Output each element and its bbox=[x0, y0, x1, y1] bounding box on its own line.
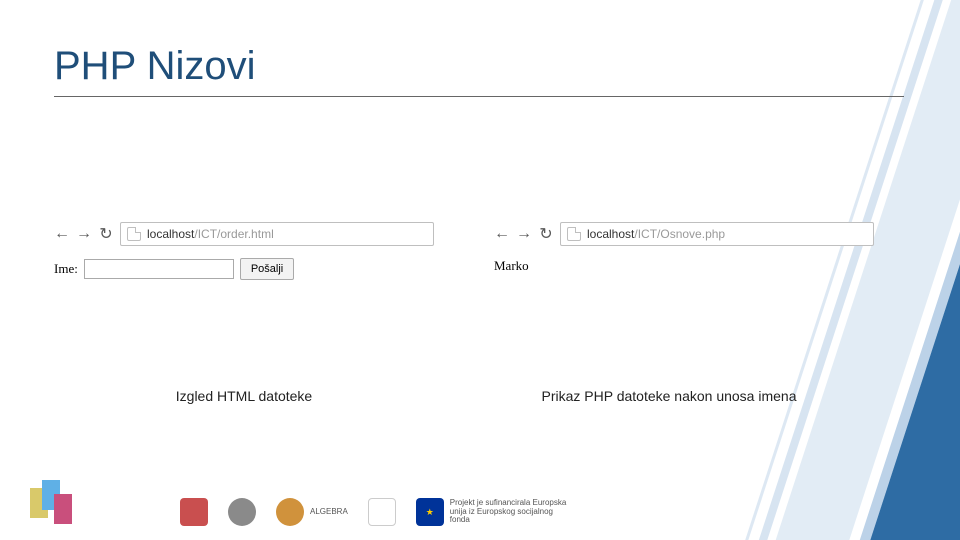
partner-logo bbox=[368, 498, 396, 526]
left-caption: Izgled HTML datoteke bbox=[54, 388, 434, 404]
url-path: /ICT/order.html bbox=[194, 227, 273, 241]
url-bar[interactable]: localhost/ICT/Osnove.php bbox=[560, 222, 874, 246]
lab-logo bbox=[30, 480, 76, 526]
url-bar[interactable]: localhost/ICT/order.html bbox=[120, 222, 434, 246]
reload-icon[interactable]: ↻ bbox=[98, 226, 114, 242]
page-icon bbox=[127, 227, 141, 241]
output-row: Marko bbox=[494, 258, 874, 274]
panels: ← → ↻ localhost/ICT/order.html Ime: Poša… bbox=[54, 220, 904, 280]
back-icon[interactable]: ← bbox=[54, 226, 70, 242]
footer-logos: ALGEBRA ★ Projekt je sufinancirala Europ… bbox=[180, 498, 570, 526]
right-browser: ← → ↻ localhost/ICT/Osnove.php Marko bbox=[494, 220, 874, 280]
php-output: Marko bbox=[494, 258, 529, 274]
captions: Izgled HTML datoteke Prikaz PHP datoteke… bbox=[54, 388, 904, 404]
url-host: localhost bbox=[587, 227, 634, 241]
eu-logo: ★ Projekt je sufinancirala Europska unij… bbox=[416, 498, 570, 526]
partner-name: ALGEBRA bbox=[310, 508, 348, 517]
partner-logo: ALGEBRA bbox=[276, 498, 348, 526]
url-host: localhost bbox=[147, 227, 194, 241]
forward-icon[interactable]: → bbox=[76, 226, 92, 242]
page-title: PHP Nizovi bbox=[54, 44, 256, 89]
partner-logo bbox=[180, 498, 208, 526]
submit-button[interactable]: Pošalji bbox=[240, 258, 294, 280]
page-icon bbox=[567, 227, 581, 241]
slide: PHP Nizovi ← → ↻ localhost/ICT/order.htm… bbox=[0, 0, 960, 540]
name-input[interactable] bbox=[84, 259, 234, 279]
partner-logo bbox=[228, 498, 256, 526]
url-text: localhost/ICT/order.html bbox=[147, 227, 274, 241]
left-browser: ← → ↻ localhost/ICT/order.html Ime: Poša… bbox=[54, 220, 434, 280]
forward-icon[interactable]: → bbox=[516, 226, 532, 242]
reload-icon[interactable]: ↻ bbox=[538, 226, 554, 242]
browser-toolbar: ← → ↻ localhost/ICT/order.html bbox=[54, 220, 434, 248]
form-row: Ime: Pošalji bbox=[54, 258, 434, 280]
url-path: /ICT/Osnove.php bbox=[634, 227, 725, 241]
right-caption: Prikaz PHP datoteke nakon unosa imena bbox=[434, 388, 904, 404]
eu-text: Projekt je sufinancirala Europska unija … bbox=[450, 499, 570, 525]
back-icon[interactable]: ← bbox=[494, 226, 510, 242]
url-text: localhost/ICT/Osnove.php bbox=[587, 227, 725, 241]
title-underline bbox=[54, 96, 904, 97]
browser-toolbar: ← → ↻ localhost/ICT/Osnove.php bbox=[494, 220, 874, 248]
form-label: Ime: bbox=[54, 261, 78, 277]
